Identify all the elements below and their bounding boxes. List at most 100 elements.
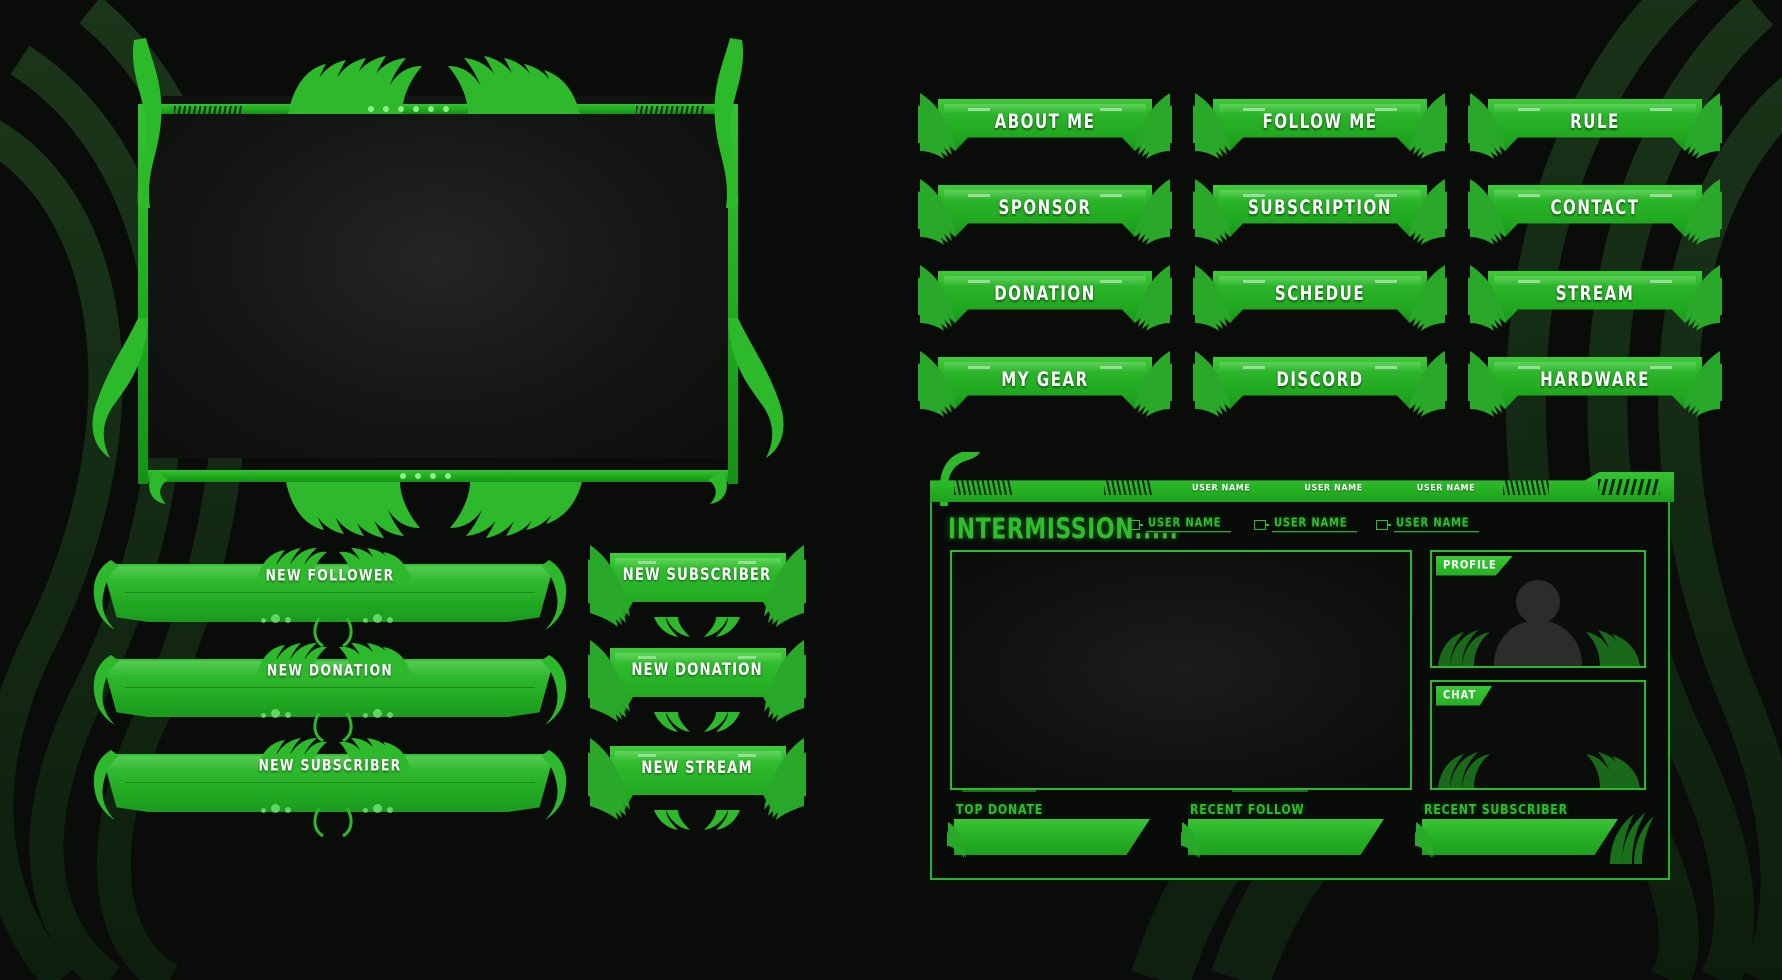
alert-plate	[610, 648, 786, 716]
nav-button-label: SPONSOR	[998, 195, 1092, 220]
wide-alert-label: NEW DONATION	[266, 662, 394, 681]
nav-button-sponsor[interactable]: SPONSOR	[918, 179, 1172, 245]
nav-button-label: SUBSCRIPTION	[1248, 195, 1392, 220]
user-badge-icon	[1376, 519, 1391, 530]
slot-plate	[1188, 819, 1384, 855]
topbar-hatch-1	[954, 479, 1012, 495]
alert-bottom-feathers	[654, 617, 740, 637]
nav-button-donation[interactable]: DONATION	[918, 265, 1172, 331]
intermission-main-video	[950, 550, 1412, 790]
banner-bubbles-left	[261, 614, 291, 623]
avatar-head	[1516, 580, 1560, 624]
user-chip-label: USER NAME	[1394, 517, 1480, 533]
small-alert-label: NEW STREAM	[641, 758, 753, 778]
small-alert-new-stream[interactable]: NEW STREAM	[586, 738, 808, 830]
webcam-bottom-feather-crest	[286, 482, 582, 538]
nav-button-schedue[interactable]: SCHEDUE	[1193, 265, 1447, 331]
webcam-frame-right-bar	[728, 104, 738, 484]
navigation-button-grid: ABOUT ME FOLLOW ME RULE SPONSOR SUBSCRIP…	[918, 93, 1722, 439]
plate-tick-left	[638, 561, 656, 564]
nav-button-discord[interactable]: DISCORD	[1193, 351, 1447, 417]
plate-tick-right	[738, 561, 756, 564]
slot-plate	[954, 819, 1150, 855]
nav-button-label: ABOUT ME	[994, 109, 1096, 134]
banner-bubbles-left	[261, 709, 291, 718]
topbar-hatch-3	[1503, 479, 1550, 495]
profile-panel: PROFILE	[1430, 550, 1646, 668]
banner-bubbles-right	[363, 614, 393, 623]
nav-button-label: RULE	[1570, 109, 1620, 134]
user-chip-label: USER NAME	[1272, 517, 1358, 533]
profile-tab-label: PROFILE	[1436, 556, 1513, 576]
plate-tick-right	[738, 754, 756, 757]
nav-button-contact[interactable]: CONTACT	[1468, 179, 1722, 245]
intermission-user-chip-1[interactable]: USER NAME	[1128, 517, 1232, 533]
topbar-user-name-3: USER NAME	[1416, 481, 1476, 493]
nav-button-my-gear[interactable]: MY GEAR	[918, 351, 1172, 417]
intermission-user-chip-2[interactable]: USER NAME	[1254, 517, 1358, 533]
small-alert-new-donation[interactable]: NEW DONATION	[586, 640, 808, 732]
small-alert-label: NEW DONATION	[631, 660, 763, 680]
webcam-hatch-left	[174, 106, 242, 114]
overlay-canvas: ABOUT ME FOLLOW ME RULE SPONSOR SUBSCRIP…	[0, 0, 1782, 980]
webcam-indicator-dots-bottom	[400, 473, 451, 479]
plate-tick-left	[638, 754, 656, 757]
small-alert-new-subscriber[interactable]: NEW SUBSCRIBER	[586, 545, 808, 637]
nav-button-label: FOLLOW ME	[1262, 109, 1378, 134]
recent-follow-slot[interactable]: RECENT FOLLOW	[1180, 802, 1398, 862]
nav-button-label: DONATION	[994, 281, 1096, 306]
recent-follow-label: RECENT FOLLOW	[1190, 802, 1305, 818]
user-chip-label: USER NAME	[1146, 517, 1232, 533]
banner-divider	[125, 592, 535, 593]
wide-alert-new-subscriber[interactable]: NEW SUBSCRIBER	[93, 738, 567, 838]
top-donate-slot[interactable]: TOP DONATE	[946, 802, 1164, 862]
wide-alert-new-follower[interactable]: NEW FOLLOWER	[93, 548, 567, 648]
wide-alert-new-donation[interactable]: NEW DONATION	[93, 643, 567, 743]
nav-button-subscription[interactable]: SUBSCRIPTION	[1193, 179, 1447, 245]
banner-bubbles-left	[261, 804, 291, 813]
slot-wing-right	[1610, 812, 1654, 864]
banner-bubbles-right	[363, 804, 393, 813]
intermission-user-chip-3[interactable]: USER NAME	[1376, 517, 1480, 533]
recent-subscriber-label: RECENT SUBSCRIBER	[1424, 802, 1568, 818]
alert-plate	[610, 553, 786, 621]
topbar-user-name-1: USER NAME	[1192, 481, 1251, 493]
user-badge-icon	[1128, 519, 1143, 530]
chat-tab-label: CHAT	[1436, 686, 1493, 706]
nav-button-rule[interactable]: RULE	[1468, 93, 1722, 159]
chat-bottom-feathers	[1438, 752, 1640, 788]
alert-plate	[610, 746, 786, 814]
topbar-hatch-2	[1104, 479, 1152, 495]
banner-bubbles-right	[363, 709, 393, 718]
nav-button-stream[interactable]: STREAM	[1468, 265, 1722, 331]
avatar	[1490, 580, 1586, 666]
banner-bottom-tendrils	[313, 808, 353, 838]
plate-tick-right	[738, 656, 756, 659]
intermission-top-bar: USER NAME USER NAME USER NAME	[930, 472, 1674, 502]
intermission-panel: USER NAME USER NAME USER NAME INTERMISSI…	[930, 452, 1674, 880]
nav-button-label: SCHEDUE	[1274, 281, 1366, 306]
webcam-screen	[146, 96, 728, 458]
chat-panel: CHAT	[1430, 680, 1646, 790]
topbar-user-name-2: USER NAME	[1304, 481, 1363, 493]
nav-button-hardware[interactable]: HARDWARE	[1468, 351, 1722, 417]
webcam-hatch-right	[636, 106, 704, 114]
topbar-hatch-4	[1598, 479, 1660, 495]
banner-divider	[125, 782, 535, 783]
nav-button-about-me[interactable]: ABOUT ME	[918, 93, 1172, 159]
banner-divider	[125, 687, 535, 688]
wide-alert-label: NEW SUBSCRIBER	[258, 757, 402, 776]
nav-button-label: STREAM	[1555, 281, 1635, 306]
slot-plate	[1422, 819, 1618, 855]
user-badge-icon	[1254, 519, 1269, 530]
recent-subscriber-slot[interactable]: RECENT SUBSCRIBER	[1414, 802, 1654, 864]
nav-button-follow-me[interactable]: FOLLOW ME	[1193, 93, 1447, 159]
top-donate-label: TOP DONATE	[956, 802, 1044, 818]
nav-button-label: CONTACT	[1550, 195, 1640, 220]
nav-button-label: DISCORD	[1276, 367, 1364, 392]
avatar-body	[1494, 620, 1582, 666]
webcam-frame-left-bar	[138, 104, 148, 484]
plate-tick-left	[638, 656, 656, 659]
alert-bottom-feathers	[654, 712, 740, 732]
small-alert-label: NEW SUBSCRIBER	[622, 565, 772, 585]
